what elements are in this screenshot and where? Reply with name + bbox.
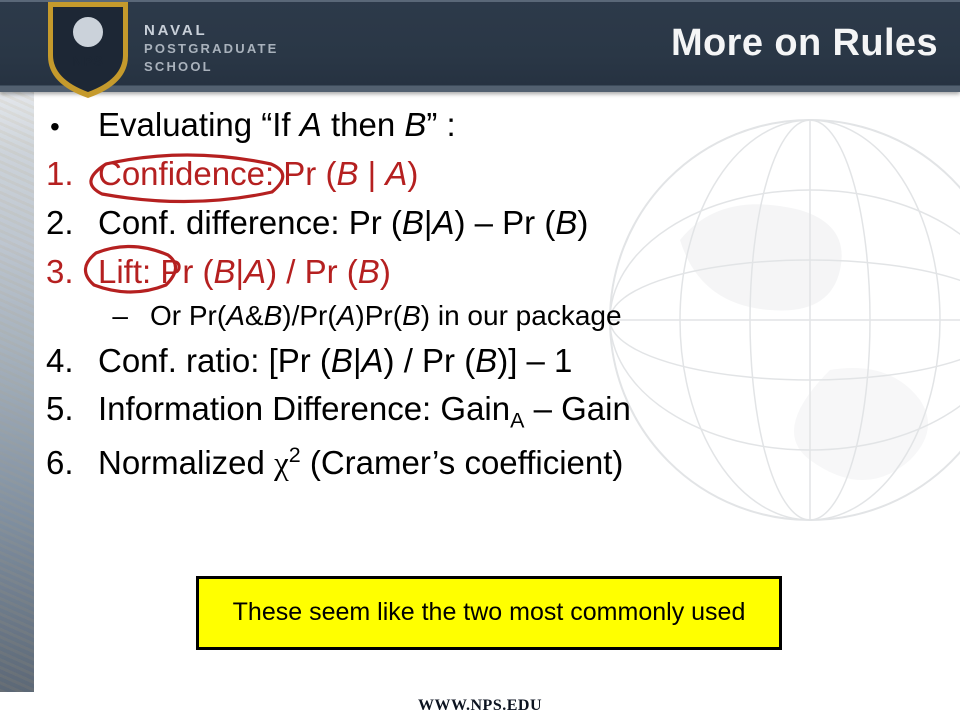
seal-text-icon: NPS — [72, 53, 104, 69]
item-5-label: Information Difference: — [98, 390, 431, 427]
item-5-num: 5. — [40, 388, 98, 431]
subbullet-dash-icon — [40, 300, 150, 332]
inst-line2: POSTGRADUATE — [144, 41, 279, 56]
item-3-sub: Or Pr(A&B)/Pr(A)Pr(B) in our package — [40, 300, 932, 332]
footer-url: WWW.NPS.EDU — [418, 697, 542, 715]
item-3-num: 3. — [40, 251, 98, 294]
content-area: Evaluating “If A then B” : 1. Confidence… — [40, 104, 932, 492]
item-1: 1. Confidence: Pr (B | A) — [40, 153, 932, 196]
hdr-top-line — [0, 0, 960, 2]
item-4-num: 4. — [40, 340, 98, 383]
item-4: 4. Conf. ratio: [Pr (B|A) / Pr (B)] – 1 — [40, 340, 932, 383]
item-2: 2. Conf. difference: Pr (B|A) – Pr (B) — [40, 202, 932, 245]
slide-root: More on Rules NAVAL POSTGRADUATE SCHOOL … — [0, 0, 960, 720]
item-3-sub-text: Or Pr(A&B)/Pr(A)Pr(B) in our package — [150, 300, 932, 332]
item-3-text: Lift: Pr (B|A) / Pr (B) — [98, 251, 932, 294]
institution-name: NAVAL POSTGRADUATE SCHOOL — [144, 22, 279, 76]
shield-icon: NPS — [44, 0, 132, 100]
header-bar: More on Rules NAVAL POSTGRADUATE SCHOOL — [0, 0, 960, 92]
item-4-text: Conf. ratio: [Pr (B|A) / Pr (B)] – 1 — [98, 340, 932, 383]
item-6-text: Normalized χ2 (Cramer’s coefficient) — [98, 442, 932, 486]
lead-bullet: Evaluating “If A then B” : — [40, 104, 932, 147]
item-2-label: Conf. difference: — [98, 204, 340, 241]
item-5: 5. Information Difference: GainA – Gain — [40, 388, 932, 435]
item-3: 3. Lift: Pr (B|A) / Pr (B) — [40, 251, 932, 294]
nps-logo: NPS — [44, 0, 132, 110]
item-3-label: Lift: — [98, 253, 151, 290]
item-2-num: 2. — [40, 202, 98, 245]
callout-text: These seem like the two most commonly us… — [233, 598, 746, 628]
item-6-num: 6. — [40, 442, 98, 485]
lead-text: Evaluating “If A then B” : — [98, 104, 932, 147]
campus-image-strip — [0, 92, 34, 692]
bullet-dot-icon — [40, 104, 98, 147]
inst-line1: NAVAL — [144, 22, 279, 40]
item-2-text: Conf. difference: Pr (B|A) – Pr (B) — [98, 202, 932, 245]
item-1-num: 1. — [40, 153, 98, 196]
item-1-text: Confidence: Pr (B | A) — [98, 153, 932, 196]
hdr-bottom-line — [0, 85, 960, 92]
item-4-label: Conf. ratio: — [98, 342, 259, 379]
item-1-label: Confidence: — [98, 155, 274, 192]
slide-title: More on Rules — [671, 22, 938, 65]
footer: WWW.NPS.EDU — [0, 692, 960, 720]
item-5-text: Information Difference: GainA – Gain — [98, 388, 932, 435]
item-6: 6. Normalized χ2 (Cramer’s coefficient) — [40, 442, 932, 486]
callout-box: These seem like the two most commonly us… — [196, 576, 782, 650]
inst-line3: SCHOOL — [144, 59, 213, 74]
